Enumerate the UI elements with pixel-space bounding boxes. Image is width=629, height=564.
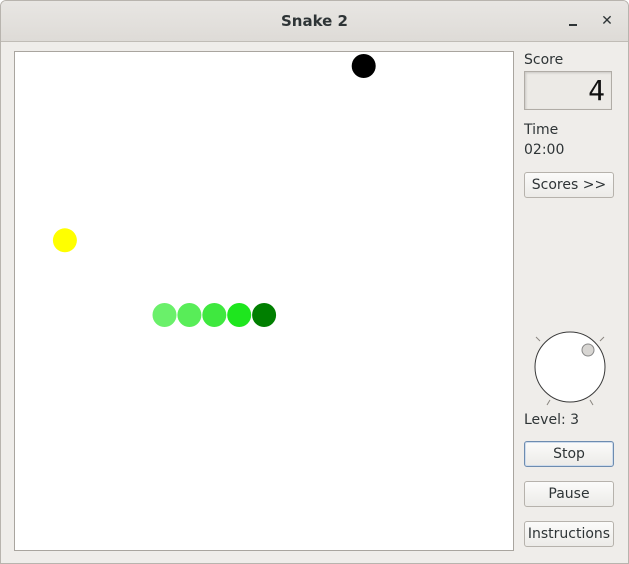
snake-segment — [227, 303, 252, 327]
time-label: Time — [524, 122, 559, 138]
scores-button[interactable]: Scores >> — [524, 172, 614, 198]
snake-window: Snake 2 ✕ Score 4 Time 02:00 Scores >> L… — [0, 0, 629, 564]
minimize-button[interactable] — [563, 11, 583, 31]
title-bar[interactable]: Snake 2 ✕ — [1, 1, 628, 42]
dial-tick — [546, 399, 551, 406]
snake-segment — [177, 303, 202, 327]
time-value: 02:00 — [524, 142, 565, 158]
snake-segment — [152, 303, 177, 327]
dial-tick — [535, 336, 541, 342]
dial-tick — [599, 336, 605, 342]
dial-face — [534, 331, 606, 403]
dial-knob-indicator[interactable] — [581, 343, 595, 357]
game-board-canvas — [52, 54, 376, 327]
pause-button[interactable]: Pause — [524, 481, 614, 507]
score-value: 4 — [588, 74, 605, 107]
close-button[interactable]: ✕ — [597, 11, 617, 31]
obstacle — [351, 54, 376, 78]
score-display: 4 — [524, 71, 612, 110]
stop-button[interactable]: Stop — [524, 441, 614, 467]
score-label: Score — [524, 52, 564, 68]
instructions-button[interactable]: Instructions — [524, 521, 614, 547]
level-dial[interactable] — [529, 329, 611, 411]
snake-segment — [202, 303, 227, 327]
snake-head — [252, 303, 277, 327]
food-item — [52, 228, 77, 253]
window-title: Snake 2 — [280, 12, 348, 30]
level-label: Level: 3 — [524, 412, 580, 428]
game-board[interactable] — [14, 51, 514, 551]
dial-tick — [589, 399, 594, 406]
